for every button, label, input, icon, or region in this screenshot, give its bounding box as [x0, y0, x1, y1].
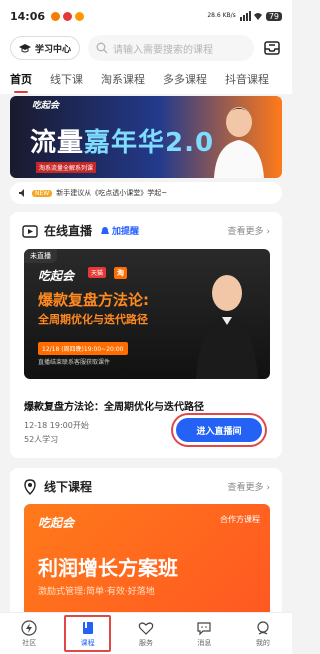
notice-text: 新手建议从《吃点透小课堂》学起~ [56, 189, 168, 197]
offline-cover-title: 利润增长方案班 [38, 556, 178, 580]
search-input[interactable]: 请输入需要搜索的课程 [88, 35, 254, 61]
notice-bar[interactable]: NEW 新手建议从《吃点透小课堂》学起~ [10, 182, 282, 204]
nav-community-label: 社区 [22, 638, 37, 647]
bottom-nav: 社区 课程 服务 消息 我的 [0, 612, 292, 654]
speaker-icon [19, 189, 24, 197]
enter-live-room-button[interactable]: 进入直播间 [176, 418, 262, 442]
signal-icon [239, 11, 262, 21]
app-notification-icon [51, 11, 61, 21]
live-section: 在线直播 加提醒 查看更多 › 未直播 吃起会 天猫 淘 爆款复盘方法论: 全周… [10, 212, 282, 458]
offline-cover-brand: 吃起会 [38, 516, 75, 530]
live-see-more[interactable]: 查看更多 › [228, 224, 270, 237]
nav-messages[interactable]: 消息 [175, 613, 233, 654]
instructor-photo [214, 107, 264, 178]
instructor-photo [196, 274, 258, 379]
status-time: 14:06 [10, 9, 46, 23]
tab-pinduoduo[interactable]: 多多课程 [163, 71, 207, 87]
status-app-icons [51, 11, 85, 21]
heart-icon [138, 621, 154, 635]
nav-services-label: 服务 [139, 638, 154, 647]
chat-icon [197, 621, 212, 635]
nav-profile-label: 我的 [255, 638, 270, 647]
banner-title: 流量嘉年华2.0 [30, 122, 214, 159]
live-course-time: 12-18 19:00开始 [24, 421, 89, 430]
tab-douyin[interactable]: 抖音课程 [225, 71, 269, 87]
inbox-icon[interactable] [262, 38, 282, 58]
live-cover-title-1: 爆款复盘方法论: [38, 291, 149, 309]
offline-cover-image[interactable]: 吃起会 合作方课程 利润增长方案班 激励式管理:简单·有效·好落地 [24, 504, 270, 618]
offline-cover-subtitle: 激励式管理:简单·有效·好落地 [38, 587, 155, 597]
search-placeholder: 请输入需要搜索的课程 [113, 44, 214, 56]
live-course-title[interactable]: 爆款复盘方法论：全周期优化与迭代路径 [24, 398, 204, 413]
nav-services[interactable]: 服务 [117, 613, 175, 654]
search-icon [96, 42, 108, 54]
app-notification-icon [75, 11, 85, 21]
tab-offline[interactable]: 线下课 [50, 71, 83, 87]
app-notification-icon [63, 11, 73, 21]
live-see-more-label: 查看更多 [227, 227, 264, 237]
offline-see-more[interactable]: 查看更多 › [228, 480, 270, 493]
battery-indicator: 79 [265, 11, 282, 21]
banner-subtitle: 淘系流量全解系列课 [36, 162, 97, 173]
category-tabs: 首页 线下课 淘系课程 多多课程 抖音课程 [0, 64, 292, 94]
user-icon [257, 620, 269, 634]
add-reminder-label: 加提醒 [112, 227, 140, 237]
top-bar: 学习中心 请输入需要搜索的课程 [0, 32, 292, 64]
live-section-title: 在线直播 [44, 224, 93, 238]
live-cover-hint: 直播结束联系客服获取课件 [38, 359, 111, 366]
nav-community[interactable]: 社区 [0, 613, 58, 654]
location-pin-icon [24, 478, 36, 495]
live-course-count: 52人学习 [24, 435, 59, 444]
banner-logo: 吃起会 [32, 101, 60, 111]
bell-icon [101, 226, 110, 234]
add-reminder-button[interactable]: 加提醒 [100, 224, 139, 237]
lightning-icon [21, 619, 37, 636]
live-tv-icon [22, 224, 38, 238]
live-cover-brand: 吃起会 [38, 269, 75, 283]
nav-messages-label: 消息 [197, 638, 212, 647]
network-speed: 28.6 KB/s [207, 12, 236, 19]
offline-see-more-label: 查看更多 [227, 483, 264, 493]
nav-courses[interactable]: 课程 [58, 613, 116, 654]
promo-banner[interactable]: 吃起会 流量嘉年华2.0 淘系流量全解系列课 [10, 96, 282, 178]
live-cover-partner-2: 淘 [114, 267, 127, 279]
offline-cover-partner: 合作方课程 [220, 515, 260, 524]
offline-section-title: 线下课程 [44, 480, 93, 494]
graduation-cap-icon [19, 44, 31, 53]
live-status-tag: 未直播 [24, 249, 57, 263]
live-cover-partner: 天猫 [88, 267, 107, 278]
study-center-button[interactable]: 学习中心 [10, 36, 81, 60]
status-bar: 14:06 28.6 KB/s 79 [0, 0, 292, 32]
offline-section: 线下课程 查看更多 › 吃起会 合作方课程 利润增长方案班 激励式管理:简单·有… [10, 468, 282, 618]
nav-profile[interactable]: 我的 [234, 613, 292, 654]
nav-courses-label: 课程 [80, 638, 95, 647]
banner-title-b: 嘉年华2.0 [84, 128, 215, 158]
live-cover-title-2: 全周期优化与迭代路径 [38, 313, 148, 326]
study-center-label: 学习中心 [35, 44, 72, 55]
live-cover-image[interactable]: 未直播 吃起会 天猫 淘 爆款复盘方法论: 全周期优化与迭代路径 12/18 (… [24, 249, 270, 379]
live-cover-date: 12/18 (周四晚)19:00~20:00 [38, 342, 128, 355]
banner-title-a: 流量 [30, 128, 85, 158]
new-badge: NEW [32, 189, 53, 197]
tab-taobao[interactable]: 淘系课程 [101, 71, 145, 87]
tab-home[interactable]: 首页 [10, 71, 32, 93]
book-icon [82, 621, 93, 634]
